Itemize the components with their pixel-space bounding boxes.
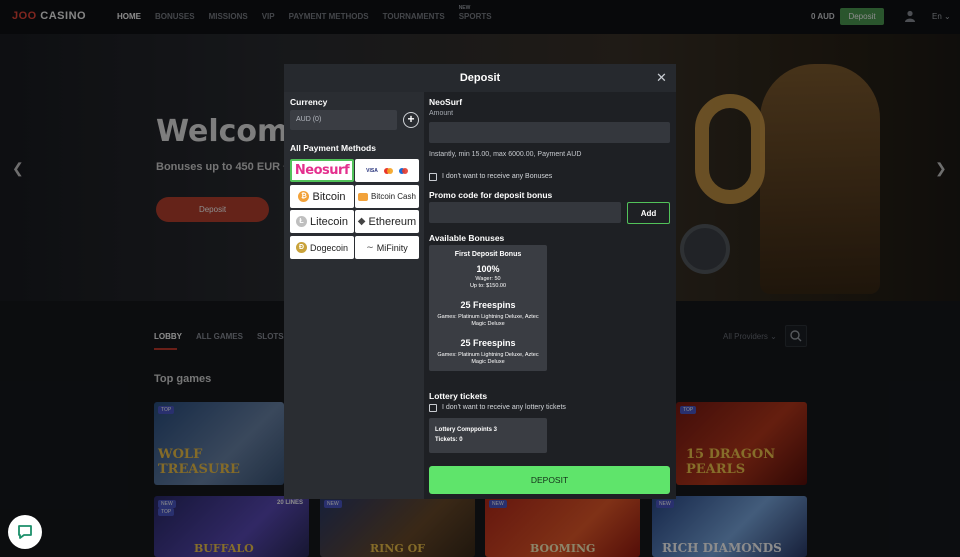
first-deposit-bonus-card[interactable]: First Deposit Bonus 100% Wager: 50 Up to… bbox=[429, 245, 547, 371]
ethereum-icon: ◆ bbox=[357, 216, 366, 227]
method-bitcoin[interactable]: ₿ Bitcoin bbox=[290, 185, 354, 208]
lottery-card[interactable]: Lottery Comppoints 3 Tickets: 0 bbox=[429, 418, 547, 453]
method-title: NeoSurf bbox=[429, 97, 463, 107]
bonus-upto: Up to: $150.00 bbox=[469, 283, 507, 289]
lottery-card-title: Lottery Comppoints 3 bbox=[435, 427, 498, 433]
method-label: Bitcoin bbox=[312, 190, 346, 203]
method-cards[interactable]: VISA bbox=[355, 159, 419, 182]
add-currency-icon[interactable]: + bbox=[403, 112, 419, 128]
freespins-games: Games: Platinum Lightning Deluxe, Aztec … bbox=[437, 314, 539, 327]
close-icon[interactable]: ✕ bbox=[656, 70, 667, 86]
method-label: Dogecoin bbox=[309, 242, 349, 253]
method-litecoin[interactable]: Ł Litecoin bbox=[290, 210, 354, 233]
freespins-title: 25 Freespins bbox=[460, 300, 516, 310]
bitcoin-icon: ₿ bbox=[298, 191, 310, 202]
dogecoin-icon: Ð bbox=[295, 242, 307, 253]
method-ethereum[interactable]: ◆ Ethereum bbox=[355, 210, 419, 233]
promo-code-input[interactable] bbox=[429, 202, 621, 223]
method-dogecoin[interactable]: Ð Dogecoin bbox=[290, 236, 354, 259]
lottery-label: Lottery tickets bbox=[429, 391, 488, 401]
modal-title: Deposit bbox=[459, 72, 501, 84]
visa-logo: VISA bbox=[366, 167, 378, 174]
method-mifinity[interactable]: ∼ MiFinity bbox=[355, 236, 419, 259]
currency-label: Currency bbox=[290, 97, 328, 107]
currency-select[interactable]: AUD (0) bbox=[290, 110, 397, 130]
chat-bubble-icon bbox=[18, 525, 32, 539]
payment-methods-label: All Payment Methods bbox=[290, 143, 376, 153]
no-lottery-checkbox[interactable] bbox=[429, 404, 437, 412]
no-bonus-label: I don't want to receive any Bonuses bbox=[442, 173, 553, 180]
available-bonuses-label: Available Bonuses bbox=[429, 233, 505, 243]
method-neosurf[interactable]: Neosurf bbox=[290, 159, 354, 182]
mastercard-icon bbox=[383, 167, 393, 174]
bonus-wager: Wager: 50 bbox=[475, 276, 501, 282]
mifinity-icon: ∼ bbox=[366, 242, 374, 252]
modal-header: Deposit ✕ bbox=[284, 64, 676, 92]
bonus-title: First Deposit Bonus bbox=[454, 251, 522, 258]
bitcoin-cash-icon bbox=[358, 192, 369, 201]
method-label: MiFinity bbox=[376, 242, 408, 253]
freespins-title: 25 Freespins bbox=[460, 338, 516, 348]
payment-methods-pane: Currency AUD (0) + All Payment Methods N… bbox=[284, 92, 424, 499]
deposit-form-pane: NeoSurf Amount Instantly, min 15.00, max… bbox=[424, 92, 676, 499]
amount-label: Amount bbox=[429, 110, 454, 117]
method-label: Bitcoin Cash bbox=[371, 192, 416, 201]
neosurf-logo: Neosurf bbox=[294, 163, 350, 178]
add-promo-button[interactable]: Add bbox=[627, 202, 670, 224]
deposit-modal: Deposit ✕ Currency AUD (0) + All Payment… bbox=[284, 64, 676, 499]
no-lottery-label: I don't want to receive any lottery tick… bbox=[442, 404, 566, 411]
lottery-card-tickets: Tickets: 0 bbox=[435, 437, 463, 443]
bonus-percent: 100% bbox=[476, 264, 500, 274]
method-label: Litecoin bbox=[310, 215, 348, 228]
amount-input[interactable] bbox=[429, 122, 670, 143]
deposit-submit-button[interactable]: DEPOSIT bbox=[429, 466, 670, 494]
live-chat-button[interactable] bbox=[8, 515, 42, 549]
limits-text: Instantly, min 15.00, max 6000.00, Payme… bbox=[429, 151, 582, 158]
method-label: Ethereum bbox=[368, 215, 417, 228]
maestro-icon bbox=[398, 167, 408, 174]
method-bitcoin-cash[interactable]: Bitcoin Cash bbox=[355, 185, 419, 208]
litecoin-icon: Ł bbox=[296, 216, 308, 227]
no-bonus-checkbox[interactable] bbox=[429, 173, 437, 181]
promo-label: Promo code for deposit bonus bbox=[429, 190, 553, 200]
freespins-games: Games: Platinum Lightning Deluxe, Aztec … bbox=[437, 352, 539, 365]
card-logos: VISA bbox=[366, 167, 408, 174]
